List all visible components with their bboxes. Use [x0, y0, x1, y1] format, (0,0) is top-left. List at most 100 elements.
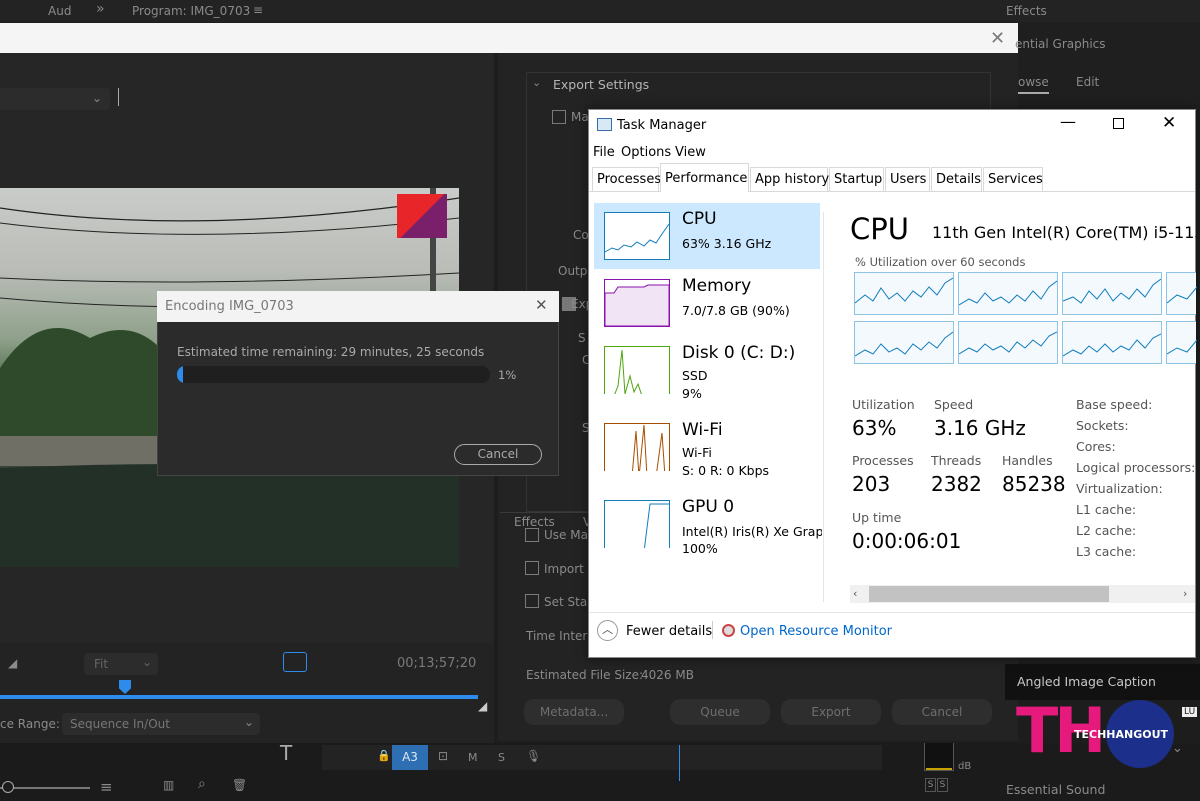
task-manager-title: Task Manager [617, 118, 707, 133]
play-marker-icon[interactable]: ◢ [8, 656, 17, 670]
cancel-export-button[interactable]: Cancel [892, 699, 992, 725]
cpu-thumbnail-graph [604, 212, 670, 260]
playhead-track[interactable] [0, 695, 478, 699]
tab-services[interactable]: Services [983, 167, 1043, 191]
settings-menu-icon[interactable]: ≡ [100, 778, 113, 796]
fewer-details-link[interactable]: Fewer details [626, 624, 712, 639]
base-speed-label: Base speed: [1076, 397, 1153, 412]
sidebar-wifi-title: Wi-Fi [682, 420, 723, 440]
sockets-label: Sockets: [1076, 418, 1129, 433]
set-start-checkbox[interactable] [525, 594, 539, 608]
audio-meter-level [926, 768, 952, 770]
export-button[interactable]: Export [781, 699, 881, 725]
file-size-value: 4026 MB [641, 668, 694, 682]
sidebar-item-wifi[interactable]: Wi-Fi Wi-Fi S: 0 R: 0 Kbps [594, 414, 820, 480]
sidebar-item-memory[interactable]: Memory 7.0/7.8 GB (90%) [594, 270, 820, 336]
queue-button[interactable]: Queue [670, 699, 770, 725]
output-label-fragment: Outp [558, 264, 588, 278]
export-dialog-close-icon[interactable]: ✕ [990, 28, 1005, 49]
processes-value: 203 [852, 472, 891, 496]
track-output-icon[interactable]: ⊡ [438, 749, 448, 763]
menu-file[interactable]: File [593, 145, 615, 160]
techhangout-logo: TH TECHHANGOUT [1016, 694, 1176, 770]
encoding-close-icon[interactable]: ✕ [535, 296, 548, 314]
import-checkbox[interactable] [525, 561, 539, 575]
tab-users[interactable]: Users [885, 167, 930, 191]
match-sequence-checkbox[interactable] [552, 110, 566, 124]
sidebar-item-disk[interactable]: Disk 0 (C: D:) SSD 9% [594, 337, 820, 403]
processes-label: Processes [852, 453, 914, 468]
core-graph-3 [1062, 272, 1162, 315]
tab-processes[interactable]: Processes [592, 167, 661, 191]
tab-performance[interactable]: Performance [660, 163, 749, 192]
export-dialog-titlebar [0, 23, 1018, 53]
program-monitor-title[interactable]: Program: IMG_0703 [132, 4, 250, 18]
voiceover-mic-icon[interactable]: 🎙 [526, 749, 541, 763]
menu-view[interactable]: View [675, 145, 706, 160]
core-graph-2 [958, 272, 1058, 315]
eg-tab-edit[interactable]: Edit [1076, 75, 1099, 89]
track-a3-button[interactable]: A3 [392, 745, 428, 770]
footer-separator [712, 621, 713, 639]
track-solo-button[interactable]: S [498, 751, 505, 764]
tab-startup[interactable]: Startup [829, 167, 884, 191]
threads-value: 2382 [931, 472, 982, 496]
virtualization-label: Virtualization: [1076, 481, 1163, 496]
metadata-button[interactable]: Metadata... [524, 699, 624, 725]
zoom-handle-icon[interactable] [2, 781, 14, 793]
sidebar-cpu-title: CPU [682, 209, 717, 229]
scroll-left-arrow-icon[interactable]: ‹ [853, 587, 857, 600]
scrollbar-thumb[interactable] [869, 586, 1109, 602]
sidebar-gpu-sub1: Intel(R) Iris(R) Xe Graphi [682, 524, 822, 539]
wifi-thumbnail-graph [604, 423, 670, 471]
program-menu-icon[interactable]: ≡ [253, 3, 263, 17]
sidebar-memory-title: Memory [682, 276, 752, 296]
menu-options[interactable]: Options [621, 145, 671, 160]
search-icon[interactable]: ⌕ [198, 776, 206, 792]
l2-cache-label: L2 cache: [1076, 523, 1137, 538]
maximize-button[interactable] [1113, 118, 1124, 129]
essential-sound-title: Essential Sound [1006, 782, 1106, 797]
track-mute-button[interactable]: M [468, 751, 478, 764]
time-interp-label: Time Interp [526, 629, 595, 643]
open-resource-monitor-link[interactable]: Open Resource Monitor [740, 624, 892, 639]
sidebar-disk-sub2: 9% [682, 386, 702, 401]
tab-details[interactable]: Details [931, 167, 982, 191]
encoding-cancel-button[interactable]: Cancel [454, 444, 542, 465]
set-start-label: Set Star [544, 595, 593, 609]
minimize-button[interactable]: — [1060, 112, 1076, 131]
timeline-playhead[interactable] [679, 745, 680, 781]
tab-app-history[interactable]: App history [750, 167, 829, 191]
sidebar-item-cpu[interactable]: CPU 63% 3.16 GHz [594, 203, 820, 269]
text-cursor [118, 88, 119, 106]
sidebar-disk-title: Disk 0 (C: D:) [682, 343, 796, 363]
lock-icon[interactable]: 🔒 [377, 749, 391, 762]
sidebar-gpu-title: GPU 0 [682, 497, 735, 517]
close-button[interactable]: ✕ [1162, 113, 1176, 133]
file-size-label: Estimated File Size: [526, 668, 644, 682]
safe-margins-icon[interactable] [283, 652, 307, 672]
scroll-right-arrow-icon[interactable]: › [1183, 587, 1187, 600]
overflow-chevron-icon[interactable]: » [96, 1, 105, 17]
l1-cache-label: L1 cache: [1076, 502, 1137, 517]
effects-panel-title[interactable]: Effects [1006, 4, 1047, 18]
use-max-checkbox[interactable] [525, 528, 539, 542]
timecode: 00;13;57;20 [397, 656, 477, 671]
effects-tab[interactable]: Effects [514, 515, 555, 529]
cpu-model: 11th Gen Intel(R) Core(TM) i5-113 [932, 223, 1196, 242]
sidebar-item-gpu[interactable]: GPU 0 Intel(R) Iris(R) Xe Graphi 100% [594, 491, 822, 557]
text-tool-icon[interactable]: T [280, 741, 292, 765]
audio-tab[interactable]: Aud [48, 4, 71, 18]
trash-icon[interactable]: 🗑 [232, 778, 247, 792]
audio-meter [924, 743, 954, 771]
eg-tab-browse[interactable]: owse [1018, 75, 1049, 94]
source-range-label: ce Range: [0, 717, 60, 731]
angled-caption-label: Angled Image Caption [1017, 674, 1156, 689]
fewer-details-chevron-icon[interactable]: ︿ [597, 620, 618, 641]
db-label: dB [958, 761, 972, 772]
disk-thumbnail-graph [604, 346, 670, 394]
columns-icon[interactable]: ▥ [163, 778, 174, 792]
export-settings-chevron-icon[interactable]: ⌄ [532, 76, 541, 89]
solo-right-button[interactable]: S [937, 778, 948, 792]
solo-left-button[interactable]: S [925, 778, 936, 792]
